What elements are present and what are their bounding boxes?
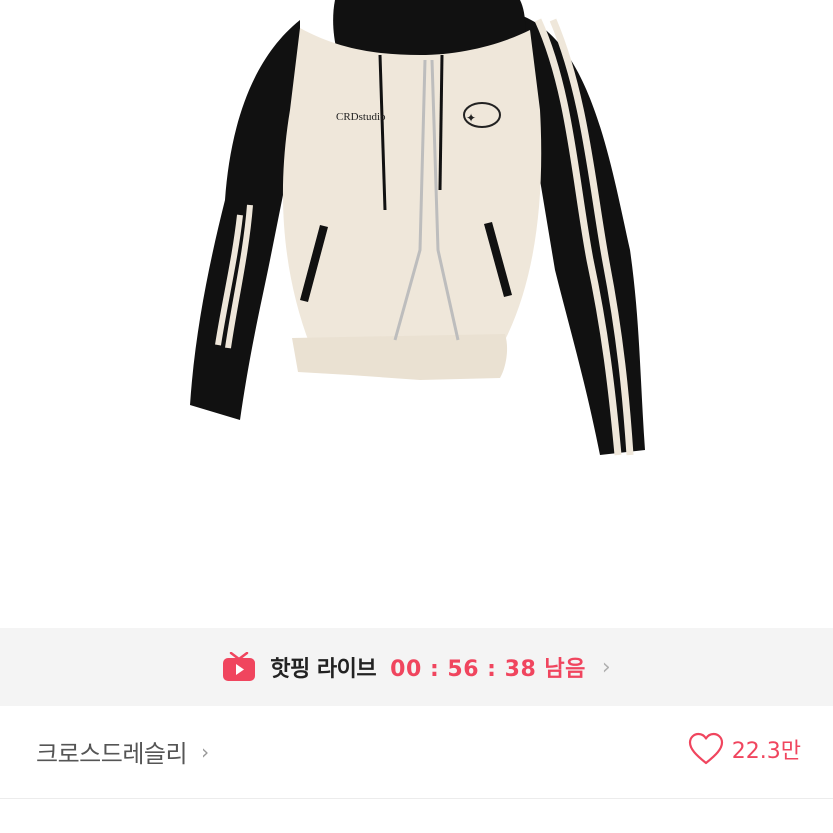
chevron-right-icon: › [201, 739, 210, 764]
svg-text:CRDstudio: CRDstudio [336, 111, 386, 123]
live-title: 핫핑 라이브 [270, 657, 377, 682]
live-banner[interactable]: 핫핑 라이브 00 : 56 : 38 남음 › [0, 628, 833, 706]
like-button[interactable]: 22.3만 [688, 732, 801, 766]
jacket-illustration: CRDstudio ✦ [190, 0, 645, 456]
like-count: 22.3만 [731, 739, 801, 764]
shop-row: 크로스드레슬리 › 22.3만 [0, 706, 833, 798]
live-countdown: 00 : 56 : 38 남음 [390, 657, 586, 682]
product-image[interactable]: CRDstudio ✦ [0, 0, 833, 628]
shop-link[interactable]: 크로스드레슬리 › [36, 734, 209, 769]
heart-outline-icon [688, 732, 724, 766]
chevron-right-icon: › [601, 654, 611, 680]
shop-name: 크로스드레슬리 [36, 740, 188, 768]
live-banner-content: 핫핑 라이브 00 : 56 : 38 남음 › [222, 651, 611, 683]
divider [0, 798, 833, 799]
tv-icon [222, 651, 256, 682]
svg-text:✦: ✦ [466, 111, 476, 125]
